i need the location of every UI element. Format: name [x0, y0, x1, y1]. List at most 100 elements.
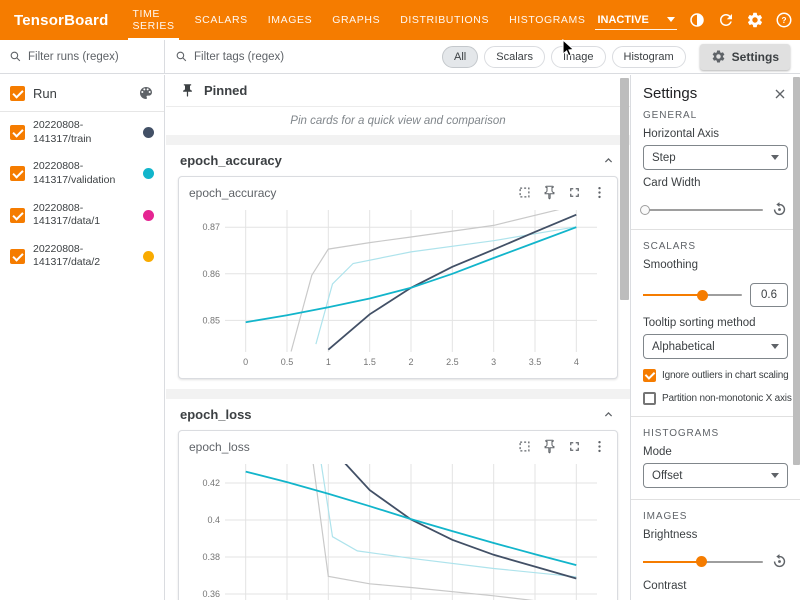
panel-scrollbar-thumb[interactable]	[793, 77, 800, 465]
slider-thumb[interactable]	[640, 205, 650, 215]
runs-header-row: Run	[0, 75, 164, 112]
select-all-runs-checkbox[interactable]	[10, 86, 25, 101]
settings-panel-title: Settings	[643, 85, 697, 102]
svg-text:0.86: 0.86	[202, 269, 220, 279]
tooltip-sorting-label: Tooltip sorting method	[643, 317, 788, 329]
smoothing-value-input[interactable]: 0.6	[750, 283, 788, 307]
card-title: epoch_loss	[189, 440, 517, 454]
tab-histograms[interactable]: HISTOGRAMS	[499, 0, 595, 40]
app-header: TensorBoard TIME SERIES SCALARS IMAGES G…	[0, 0, 800, 40]
epoch-accuracy-chart[interactable]: 00.511.522.533.540.850.860.87	[185, 204, 611, 372]
svg-text:?: ?	[782, 16, 787, 25]
runs-sidebar: Run 20220808-141317/train 20220808-14131…	[0, 75, 165, 600]
kebab-menu-icon[interactable]	[592, 185, 607, 200]
cards-area: Pinned Pin cards for a quick view and co…	[166, 75, 630, 600]
gear-icon[interactable]	[746, 11, 764, 29]
run-checkbox[interactable]	[10, 166, 25, 181]
svg-text:4: 4	[574, 357, 579, 367]
chip-all[interactable]: All	[442, 46, 478, 68]
settings-panel: Settings GENERAL Horizontal Axis Step Ca…	[630, 75, 800, 600]
contrast-label: Contrast	[643, 580, 788, 592]
brightness-slider[interactable]	[643, 561, 763, 563]
tooltip-sorting-value: Alphabetical	[652, 341, 715, 353]
svg-text:2.5: 2.5	[446, 357, 459, 367]
palette-icon[interactable]	[138, 85, 154, 101]
chevron-up-icon[interactable]	[601, 407, 616, 422]
chip-histogram[interactable]: Histogram	[612, 46, 686, 68]
brightness-label: Brightness	[643, 529, 788, 541]
partition-x-axis-checkbox[interactable]	[643, 392, 656, 405]
filter-tags-input[interactable]	[194, 51, 432, 63]
tooltip-sorting-select[interactable]: Alphabetical	[643, 334, 788, 359]
tab-scalars[interactable]: SCALARS	[185, 0, 258, 40]
svg-text:3.5: 3.5	[529, 357, 542, 367]
histogram-mode-select[interactable]: Offset	[643, 463, 788, 488]
run-label: 20220808-141317/validation	[33, 160, 128, 187]
fullscreen-icon[interactable]	[567, 185, 582, 200]
pin-outline-icon[interactable]	[542, 439, 557, 454]
fullscreen-icon[interactable]	[567, 439, 582, 454]
divider	[631, 416, 800, 417]
run-row-data-1[interactable]: 20220808-141317/data/1	[0, 195, 164, 236]
filter-runs-box	[0, 40, 165, 73]
epoch-loss-chart[interactable]: 00.511.522.533.540.420.40.380.36	[185, 458, 611, 600]
horizontal-axis-label: Horizontal Axis	[643, 128, 788, 140]
histogram-mode-label: Mode	[643, 446, 788, 458]
horizontal-axis-select[interactable]: Step	[643, 145, 788, 170]
run-label: 20220808-141317/data/1	[33, 202, 128, 229]
header-actions: INACTIVE ?	[595, 11, 800, 30]
run-row-data-2[interactable]: 20220808-141317/data/2	[0, 236, 164, 277]
svg-text:0.38: 0.38	[202, 552, 220, 562]
tab-graphs[interactable]: GRAPHS	[322, 0, 390, 40]
slider-thumb[interactable]	[697, 290, 708, 301]
gear-icon	[711, 49, 726, 64]
smoothing-slider[interactable]	[643, 294, 742, 296]
settings-button[interactable]: Settings	[700, 44, 790, 70]
images-section-label: IMAGES	[643, 511, 788, 522]
settings-button-label: Settings	[732, 50, 779, 64]
fit-domain-icon[interactable]	[517, 439, 532, 454]
divider	[631, 499, 800, 500]
slider-thumb[interactable]	[696, 556, 707, 567]
run-color-dot	[143, 210, 154, 221]
svg-text:3: 3	[491, 357, 496, 367]
tab-time-series[interactable]: TIME SERIES	[122, 0, 184, 40]
pinned-hint: Pin cards for a quick view and compariso…	[166, 106, 630, 135]
card-width-label: Card Width	[643, 177, 788, 189]
fit-domain-icon[interactable]	[517, 185, 532, 200]
pin-outline-icon[interactable]	[542, 185, 557, 200]
run-row-train[interactable]: 20220808-141317/train	[0, 112, 164, 153]
chip-image[interactable]: Image	[551, 46, 606, 68]
help-icon[interactable]: ?	[775, 11, 793, 29]
status-dropdown[interactable]: INACTIVE	[595, 11, 677, 30]
search-icon	[9, 50, 22, 63]
section-epoch-loss: epoch_loss epoch_loss	[166, 399, 630, 600]
theme-toggle-icon[interactable]	[688, 11, 706, 29]
filter-runs-input[interactable]	[28, 51, 155, 63]
chip-scalars[interactable]: Scalars	[484, 46, 545, 68]
run-color-dot	[143, 127, 154, 138]
reset-icon[interactable]	[771, 553, 788, 570]
run-checkbox[interactable]	[10, 125, 25, 140]
main-scrollbar-thumb[interactable]	[620, 78, 629, 300]
tab-images[interactable]: IMAGES	[258, 0, 322, 40]
card-title: epoch_accuracy	[189, 186, 517, 200]
run-row-validation[interactable]: 20220808-141317/validation	[0, 153, 164, 194]
chevron-down-icon	[667, 17, 675, 22]
card-width-slider[interactable]	[643, 209, 763, 211]
tab-distributions[interactable]: DISTRIBUTIONS	[390, 0, 499, 40]
ignore-outliers-checkbox[interactable]	[643, 369, 656, 382]
chevron-up-icon[interactable]	[601, 153, 616, 168]
chevron-down-icon	[771, 473, 779, 478]
reload-icon[interactable]	[717, 11, 735, 29]
ignore-outliers-label: Ignore outliers in chart scaling	[662, 370, 788, 381]
run-checkbox[interactable]	[10, 249, 25, 264]
reset-icon[interactable]	[771, 201, 788, 218]
close-icon[interactable]	[772, 86, 788, 102]
run-checkbox[interactable]	[10, 208, 25, 223]
svg-text:0.5: 0.5	[281, 357, 294, 367]
kebab-menu-icon[interactable]	[592, 439, 607, 454]
svg-text:0.4: 0.4	[207, 515, 220, 525]
toolbar: All Scalars Image Histogram Settings	[0, 40, 800, 74]
section-title: epoch_loss	[180, 407, 252, 422]
